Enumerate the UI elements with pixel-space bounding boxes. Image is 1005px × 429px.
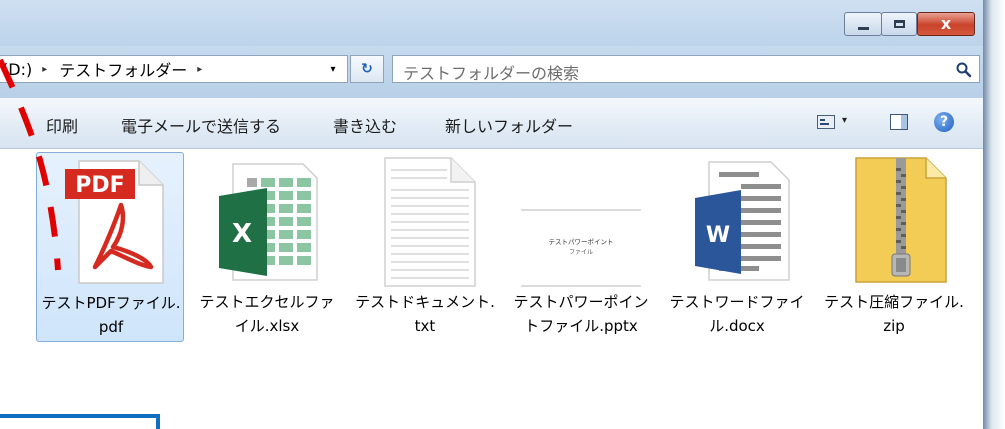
- zip-file-icon: [855, 157, 947, 283]
- file-label: テスト圧縮ファイル.zip: [824, 293, 964, 335]
- file-label: テストワードファイル.docx: [669, 293, 805, 335]
- file-list: PDF テストPDFファイル.pdf X テストエクセルファイル.xlsx テス…: [0, 149, 983, 429]
- minimize-button[interactable]: [844, 12, 882, 36]
- search-placeholder: テストフォルダーの検索: [403, 64, 580, 83]
- print-button[interactable]: 印刷: [46, 113, 78, 137]
- breadcrumb-folder[interactable]: テストフォルダー: [57, 57, 187, 81]
- breadcrumb-separator-icon[interactable]: ▸: [32, 64, 57, 75]
- svg-text:ファイル: ファイル: [569, 249, 593, 256]
- help-icon[interactable]: ?: [934, 112, 954, 132]
- svg-text:PDF: PDF: [75, 173, 124, 198]
- file-label: テストドキュメント.txt: [355, 293, 495, 335]
- view-options-icon[interactable]: [817, 115, 835, 129]
- file-item-powerpoint[interactable]: テストパワーポイント ファイル テストパワーポイントファイル.pptx: [507, 152, 655, 342]
- file-label: テストパワーポイントファイル.pptx: [513, 293, 649, 335]
- svg-text:テストパワーポイント: テストパワーポイント: [549, 238, 614, 246]
- breadcrumb-drive[interactable]: (D:): [0, 60, 32, 79]
- explorer-window: x (D:) ▸ テストフォルダー ▸ ▾ ↻ テストフォルダーの検索 印刷 電…: [0, 0, 983, 429]
- address-bar[interactable]: (D:) ▸ テストフォルダー ▸ ▾: [0, 55, 348, 83]
- refresh-icon: ↻: [361, 61, 373, 77]
- refresh-button[interactable]: ↻: [350, 55, 384, 83]
- address-row: (D:) ▸ テストフォルダー ▸ ▾ ↻ テストフォルダーの検索: [0, 46, 983, 98]
- close-button[interactable]: x: [917, 12, 975, 36]
- file-label: テストエクセルファイル.xlsx: [199, 293, 335, 335]
- file-label: テストPDFファイル.pdf: [41, 294, 181, 336]
- address-dropdown-icon[interactable]: ▾: [318, 56, 348, 82]
- view-options-dropdown-icon[interactable]: ▾: [842, 115, 847, 126]
- word-file-icon: W: [695, 161, 790, 281]
- svg-text:X: X: [232, 219, 252, 249]
- powerpoint-file-icon: テストパワーポイント ファイル: [521, 209, 641, 287]
- burn-button[interactable]: 書き込む: [333, 113, 397, 137]
- pdf-file-icon: PDF: [65, 160, 164, 284]
- search-icon[interactable]: [955, 61, 973, 79]
- annotation-blue-box: [0, 414, 160, 429]
- file-item-pdf[interactable]: PDF テストPDFファイル.pdf: [36, 152, 184, 342]
- new-folder-button[interactable]: 新しいフォルダー: [445, 113, 573, 137]
- text-file-icon: [384, 157, 476, 287]
- maximize-icon: [882, 13, 916, 35]
- email-button[interactable]: 電子メールで送信する: [121, 113, 281, 137]
- breadcrumb-separator-icon[interactable]: ▸: [187, 64, 212, 75]
- command-bar: 印刷 電子メールで送信する 書き込む 新しいフォルダー ▾ ?: [0, 98, 983, 149]
- preview-pane-icon[interactable]: [890, 114, 908, 130]
- file-item-text[interactable]: テストドキュメント.txt: [351, 152, 499, 342]
- file-item-excel[interactable]: X テストエクセルファイル.xlsx: [193, 152, 341, 342]
- minimize-icon: [845, 13, 881, 35]
- excel-file-icon: X: [219, 163, 318, 281]
- search-input[interactable]: テストフォルダーの検索: [392, 55, 980, 83]
- window-shadow: [983, 0, 1005, 429]
- maximize-button[interactable]: [881, 12, 917, 36]
- title-bar: x: [0, 0, 983, 47]
- file-item-word[interactable]: W テストワードファイル.docx: [663, 152, 811, 342]
- close-icon: x: [940, 14, 952, 33]
- svg-text:W: W: [706, 223, 730, 248]
- file-item-zip[interactable]: テスト圧縮ファイル.zip: [820, 152, 968, 342]
